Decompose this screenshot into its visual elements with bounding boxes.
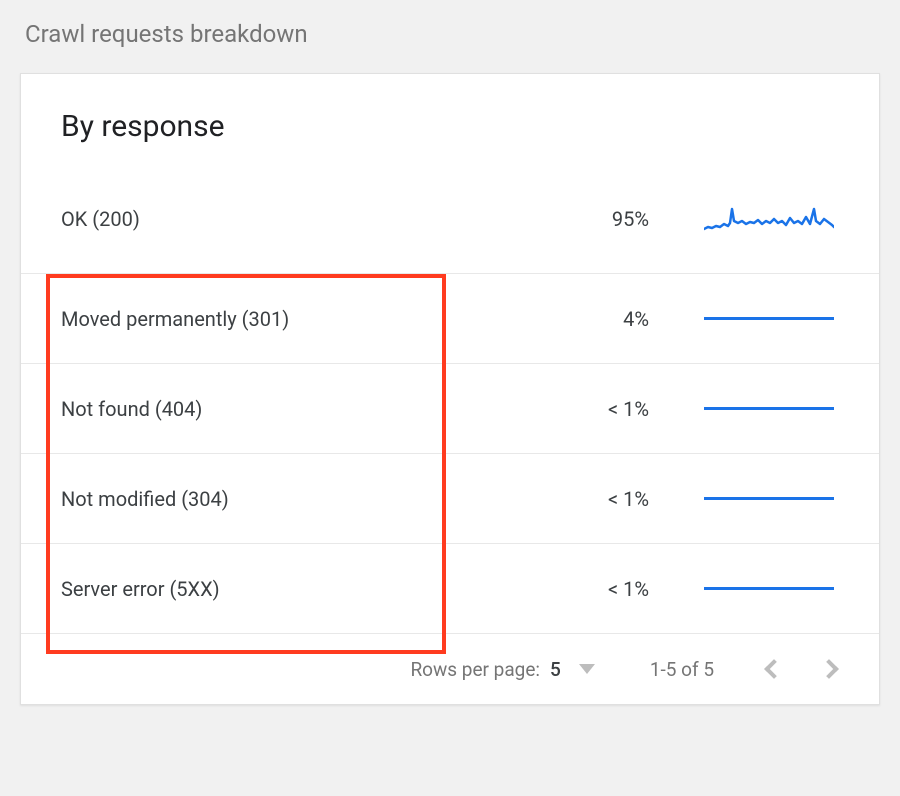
prev-page-button[interactable]	[759, 654, 789, 684]
card-title: By response	[61, 109, 839, 144]
sparkline	[699, 587, 839, 590]
row-label: OK (200)	[61, 207, 509, 231]
row-label: Server error (5XX)	[61, 577, 509, 601]
sparkline-chart-icon	[704, 199, 834, 239]
row-label: Not modified (304)	[61, 487, 509, 511]
rows-per-page-selector[interactable]: Rows per page: 5	[410, 658, 594, 681]
table-row[interactable]: Not modified (304) < 1%	[21, 454, 879, 544]
row-percent: 95%	[509, 207, 649, 231]
table-row[interactable]: OK (200) 95%	[21, 174, 879, 274]
page-range: 1-5 of 5	[650, 658, 714, 681]
next-page-button[interactable]	[814, 654, 844, 684]
row-percent: < 1%	[509, 487, 649, 511]
row-percent: 4%	[509, 307, 649, 331]
flatline-icon	[704, 587, 834, 590]
table-row[interactable]: Not found (404) < 1%	[21, 364, 879, 454]
row-label: Not found (404)	[61, 397, 509, 421]
table-row[interactable]: Server error (5XX) < 1%	[21, 544, 879, 634]
rows-container: OK (200) 95% Moved permanently (301) 4% …	[21, 174, 879, 634]
table-row[interactable]: Moved permanently (301) 4%	[21, 274, 879, 364]
flatline-icon	[704, 317, 834, 320]
page-title: Crawl requests breakdown	[25, 20, 880, 48]
chevron-right-icon	[819, 659, 839, 679]
flatline-icon	[704, 407, 834, 410]
sparkline	[699, 199, 839, 239]
rows-per-page-label: Rows per page:	[410, 658, 540, 681]
response-breakdown-card: By response OK (200) 95% Moved permanent…	[20, 73, 880, 705]
flatline-icon	[704, 497, 834, 500]
row-percent: < 1%	[509, 397, 649, 421]
rows-per-page-value: 5	[550, 658, 561, 681]
card-header: By response	[21, 74, 879, 174]
sparkline	[699, 317, 839, 320]
row-label: Moved permanently (301)	[61, 307, 509, 331]
sparkline	[699, 407, 839, 410]
dropdown-icon	[579, 664, 595, 674]
sparkline	[699, 497, 839, 500]
row-percent: < 1%	[509, 577, 649, 601]
chevron-left-icon	[764, 659, 784, 679]
pagination-bar: Rows per page: 5 1-5 of 5	[21, 634, 879, 704]
